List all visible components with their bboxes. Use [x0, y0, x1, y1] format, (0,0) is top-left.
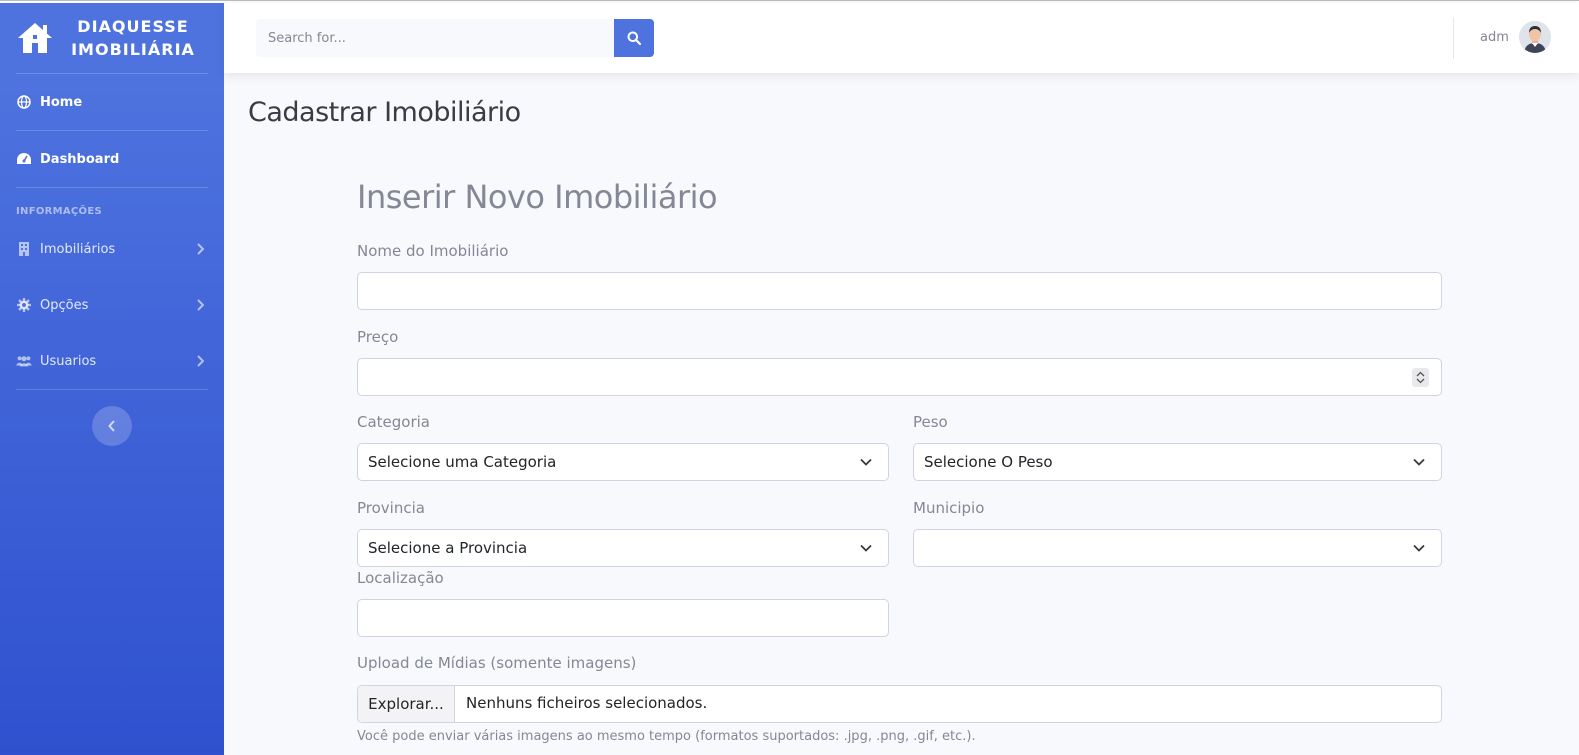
form-title: Inserir Novo Imobiliário [357, 178, 718, 216]
sidebar-item-label: Home [40, 94, 83, 110]
chevron-right-icon [197, 243, 204, 255]
peso-label: Peso [913, 413, 948, 431]
brand-line-1: DIAQUESSE [77, 17, 189, 36]
preco-input[interactable] [358, 359, 1441, 395]
provincia-selected-value: Selecione a Provincia [368, 539, 528, 557]
categoria-select[interactable]: Selecione uma Categoria [357, 443, 889, 481]
file-input[interactable]: Explorar... Nenhuns ficheiros selecionad… [357, 685, 1442, 723]
upload-label: Upload de Mídias (somente imagens) [357, 654, 637, 672]
municipio-select[interactable] [913, 529, 1442, 567]
preco-field-wrapper [357, 358, 1442, 396]
search-button[interactable] [614, 19, 654, 57]
sidebar-item-label: Imobiliários [40, 241, 116, 257]
localizacao-field-wrapper [357, 599, 889, 637]
chevron-down-icon [1413, 544, 1425, 552]
spinner-arrows-icon [1416, 371, 1425, 384]
chevron-down-icon [860, 458, 872, 466]
sidebar-item-home[interactable]: Home [0, 74, 224, 130]
chevron-down-icon [1413, 458, 1425, 466]
brand-name: DIAQUESSE IMOBILIÁRIA [68, 15, 198, 61]
search-input[interactable] [256, 19, 614, 57]
sidebar-heading: INFORMAÇÕES [16, 206, 102, 217]
chevron-right-icon [197, 355, 204, 367]
chevron-down-icon [860, 544, 872, 552]
search-bar [256, 19, 654, 57]
brand[interactable]: DIAQUESSE IMOBILIÁRIA [0, 3, 224, 73]
chevron-left-icon [108, 420, 115, 432]
sidebar-divider [16, 389, 208, 390]
tachometer-icon [16, 152, 32, 166]
peso-selected-value: Selecione O Peso [924, 453, 1053, 471]
search-icon [627, 31, 641, 45]
preco-label: Preço [357, 328, 399, 346]
chevron-right-icon [197, 299, 204, 311]
sidebar-item-label: Usuarios [40, 353, 97, 369]
sidebar-item-opcoes[interactable]: Opções [0, 277, 224, 333]
nome-input[interactable] [358, 273, 1441, 309]
sidebar-item-dashboard[interactable]: Dashboard [0, 131, 224, 187]
avatar [1518, 21, 1551, 53]
sidebar-item-imobiliarios[interactable]: Imobiliários [0, 221, 224, 277]
categoria-label: Categoria [357, 413, 431, 431]
upload-help-text: Você pode enviar várias imagens ao mesmo… [357, 729, 976, 744]
sidebar-toggle-button[interactable] [92, 406, 132, 446]
globe-icon [16, 95, 32, 109]
provincia-select[interactable]: Selecione a Provincia [357, 529, 889, 567]
nome-field-wrapper [357, 272, 1442, 310]
file-status-text: Nenhuns ficheiros selecionados. [466, 694, 708, 712]
user-name: adm [1480, 29, 1509, 45]
brand-line-2: IMOBILIÁRIA [71, 40, 195, 59]
localizacao-input[interactable] [358, 600, 888, 636]
sidebar-item-label: Dashboard [40, 151, 120, 167]
peso-select[interactable]: Selecione O Peso [913, 443, 1442, 481]
categoria-selected-value: Selecione uma Categoria [368, 453, 557, 471]
building-icon [16, 242, 32, 256]
sidebar-item-usuarios[interactable]: Usuarios [0, 333, 224, 389]
topbar-divider [1453, 17, 1454, 59]
user-avatar-icon [1518, 21, 1551, 53]
localizacao-label: Localização [357, 569, 444, 587]
user-menu[interactable]: adm [1480, 21, 1551, 53]
gear-icon [16, 298, 32, 312]
topbar: adm [224, 3, 1579, 73]
house-icon [18, 23, 52, 53]
nome-label: Nome do Imobiliário [357, 242, 509, 260]
users-icon [16, 354, 32, 368]
provincia-label: Provincia [357, 499, 425, 517]
sidebar: DIAQUESSE IMOBILIÁRIA Home Dashboard INF… [0, 3, 224, 755]
municipio-label: Municipio [913, 499, 985, 517]
browse-button[interactable]: Explorar... [358, 686, 455, 722]
number-spinner[interactable] [1412, 368, 1429, 387]
page-title: Cadastrar Imobiliário [248, 97, 521, 128]
sidebar-item-label: Opções [40, 297, 89, 313]
